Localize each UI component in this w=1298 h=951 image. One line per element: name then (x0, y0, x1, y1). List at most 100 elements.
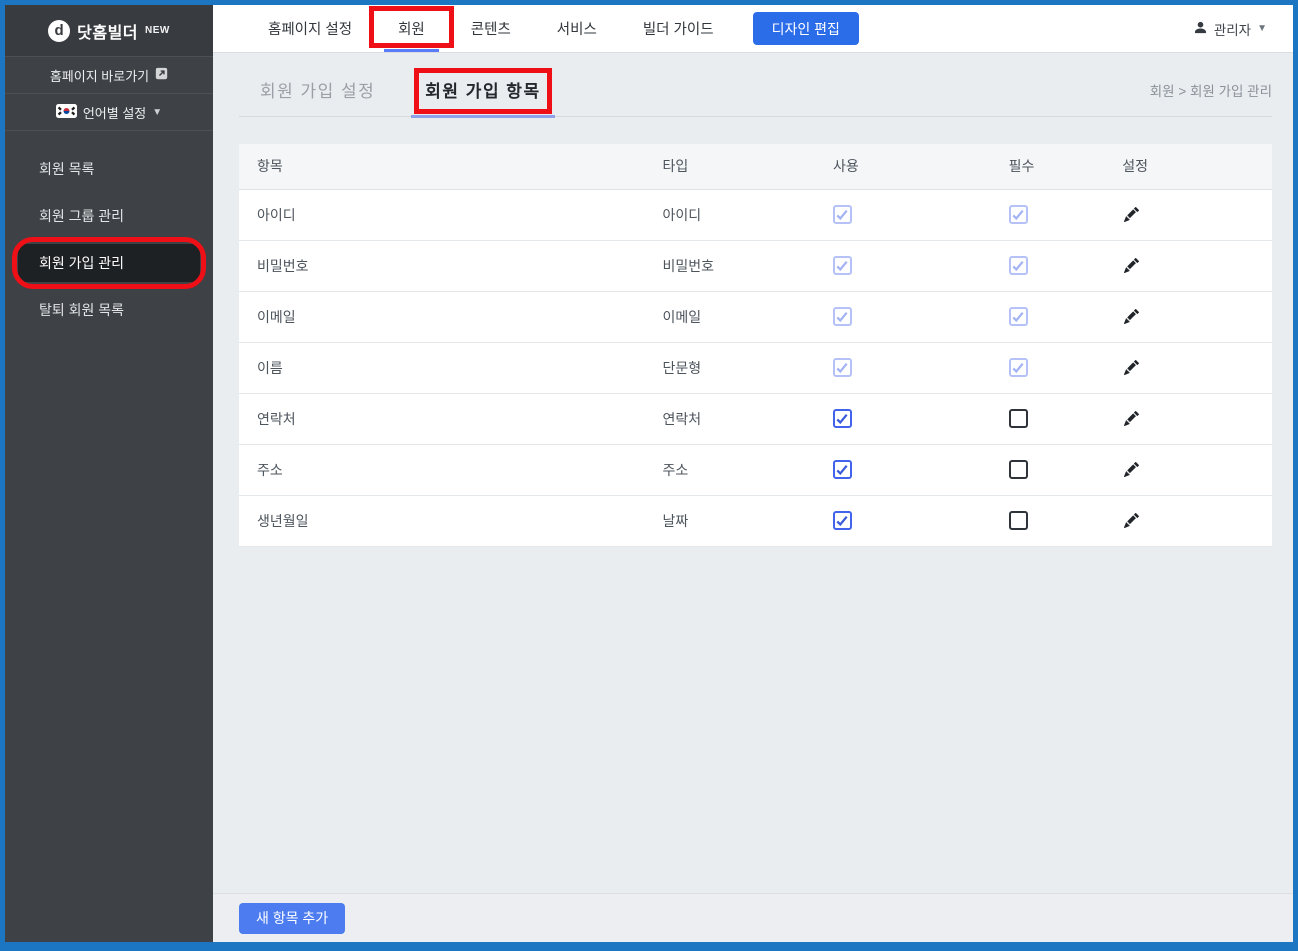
required-checkbox (1009, 256, 1028, 275)
dothome-builder-logo[interactable]: d 닷홈빌더 NEW (5, 5, 213, 57)
footer-bar: 새 항목 추가 (213, 893, 1293, 942)
logo-new-badge: NEW (145, 25, 170, 36)
topnav-item[interactable]: 회원 (375, 5, 448, 52)
table-row: 생년월일 날짜 (239, 495, 1272, 546)
required-cell (1009, 393, 1123, 444)
table-header-cell: 사용 (833, 144, 1009, 189)
required-checkbox (1009, 358, 1028, 377)
required-cell (1009, 495, 1123, 546)
field-type-cell: 날짜 (663, 495, 833, 546)
topnav-item[interactable]: 빌더 가이드 (620, 5, 737, 52)
logo-text: 닷홈빌더 (77, 19, 138, 43)
field-name-cell: 아이디 (239, 189, 663, 240)
settings-cell (1122, 393, 1272, 444)
required-checkbox[interactable] (1009, 409, 1028, 428)
edit-pencil-button[interactable] (1122, 256, 1141, 275)
field-name-cell: 연락처 (239, 393, 663, 444)
use-checkbox[interactable] (833, 460, 852, 479)
admin-dropdown[interactable]: 관리자 ▼ (1193, 19, 1293, 39)
required-checkbox[interactable] (1009, 511, 1028, 530)
homepage-shortcut-label: 홈페이지 바로가기 (50, 66, 149, 85)
sidebar-menu: 회원 목록 회원 그룹 관리 회원 가입 관리 탈퇴 회원 목록 (5, 131, 213, 333)
edit-pencil-button[interactable] (1122, 307, 1141, 326)
use-checkbox[interactable] (833, 409, 852, 428)
table-header-cell: 항목 (239, 144, 663, 189)
tab-label: 회원 가입 항목 (425, 82, 540, 101)
sidebar: d 닷홈빌더 NEW 홈페이지 바로가기 (5, 5, 213, 942)
topnav-item[interactable]: 콘텐츠 (448, 5, 534, 52)
use-cell (833, 291, 1009, 342)
tab[interactable]: 회원 가입 설정 (260, 77, 375, 116)
signup-fields-table: 항목타입사용필수설정 아이디 아이디 비밀번호 비밀번호 (239, 144, 1272, 547)
required-checkbox[interactable] (1009, 460, 1028, 479)
edit-pencil-button[interactable] (1122, 358, 1141, 377)
required-checkbox (1009, 205, 1028, 224)
topnav-item[interactable]: 서비스 (534, 5, 620, 52)
topnav-item-label: 홈페이지 설정 (268, 18, 352, 39)
field-type-cell: 단문형 (663, 342, 833, 393)
add-item-button[interactable]: 새 항목 추가 (239, 903, 345, 934)
field-name-cell: 이메일 (239, 291, 663, 342)
sidebar-menu-item-label: 회원 목록 (39, 159, 94, 179)
edit-pencil-button[interactable] (1122, 205, 1141, 224)
table-row: 연락처 연락처 (239, 393, 1272, 444)
edit-pencil-button[interactable] (1122, 511, 1141, 530)
settings-cell (1122, 495, 1272, 546)
use-checkbox (833, 358, 852, 377)
use-checkbox (833, 256, 852, 275)
sidebar-menu-item[interactable]: 회원 목록 (5, 145, 213, 192)
required-cell (1009, 444, 1123, 495)
language-settings-dropdown[interactable]: 언어별 설정 ▼ (5, 94, 213, 131)
table-row: 이메일 이메일 (239, 291, 1272, 342)
language-settings-label: 언어별 설정 (83, 103, 146, 122)
field-type-cell: 아이디 (663, 189, 833, 240)
breadcrumb: 회원 > 회원 가입 관리 (1150, 80, 1272, 116)
sidebar-menu-item[interactable]: 탈퇴 회원 목록 (5, 286, 213, 333)
page-head: 회원 가입 설정 회원 가입 항목 회원 > 회원 가입 관리 (239, 53, 1272, 117)
topnav-item-label: 서비스 (557, 18, 597, 39)
table-row: 이름 단문형 (239, 342, 1272, 393)
sidebar-menu-item-label: 회원 가입 관리 (39, 253, 124, 273)
field-name-cell: 이름 (239, 342, 663, 393)
settings-cell (1122, 342, 1272, 393)
field-type-cell: 연락처 (663, 393, 833, 444)
sidebar-menu-item[interactable]: 회원 그룹 관리 (5, 192, 213, 239)
topnav-item-label: 회원 (398, 18, 425, 39)
edit-pencil-button[interactable] (1122, 409, 1141, 428)
field-name-cell: 주소 (239, 444, 663, 495)
tab-label: 회원 가입 설정 (260, 82, 375, 101)
table-row: 비밀번호 비밀번호 (239, 240, 1272, 291)
field-type-cell: 주소 (663, 444, 833, 495)
homepage-shortcut-link[interactable]: 홈페이지 바로가기 (5, 57, 213, 94)
table-row: 주소 주소 (239, 444, 1272, 495)
required-checkbox (1009, 307, 1028, 326)
app-window: d 닷홈빌더 NEW 홈페이지 바로가기 (0, 0, 1298, 951)
required-cell (1009, 189, 1123, 240)
table-header-cell: 필수 (1009, 144, 1123, 189)
design-edit-button[interactable]: 디자인 편집 (753, 12, 859, 45)
required-cell (1009, 291, 1123, 342)
content: 회원 가입 설정 회원 가입 항목 회원 > 회원 가입 관리 항목타입사용필수… (213, 53, 1293, 942)
topnav-item[interactable]: 홈페이지 설정 (245, 5, 375, 52)
table-row: 아이디 아이디 (239, 189, 1272, 240)
use-cell (833, 342, 1009, 393)
use-cell (833, 240, 1009, 291)
use-cell (833, 444, 1009, 495)
topnav-items: 홈페이지 설정 회원 콘텐츠 서비스 빌더 가이드 (245, 5, 737, 52)
tab[interactable]: 회원 가입 항목 (425, 77, 540, 116)
external-link-icon (155, 67, 168, 83)
use-cell (833, 189, 1009, 240)
edit-pencil-button[interactable] (1122, 460, 1141, 479)
sidebar-menu-item-label: 탈퇴 회원 목록 (39, 300, 124, 320)
settings-cell (1122, 444, 1272, 495)
chevron-down-icon: ▼ (152, 107, 162, 118)
settings-cell (1122, 240, 1272, 291)
use-checkbox[interactable] (833, 511, 852, 530)
table-header-row: 항목타입사용필수설정 (239, 144, 1272, 189)
sidebar-menu-item[interactable]: 회원 가입 관리 (18, 244, 200, 282)
chevron-down-icon: ▼ (1257, 23, 1267, 34)
use-checkbox (833, 205, 852, 224)
table-header-cell: 설정 (1122, 144, 1272, 189)
person-icon (1193, 20, 1208, 38)
table-header-cell: 타입 (663, 144, 833, 189)
